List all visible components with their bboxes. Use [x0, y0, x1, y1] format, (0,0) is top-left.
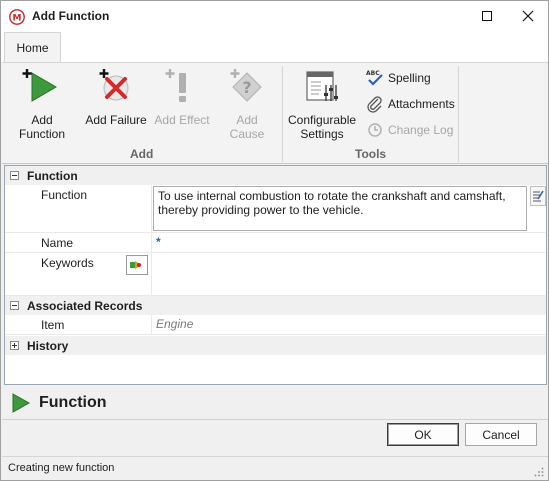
spelling-check-icon: ABC [366, 70, 383, 86]
description-panel-title: Function [39, 394, 107, 411]
property-grid: Function Function To use internal combus… [4, 165, 547, 385]
add-function-label: Add Function [18, 113, 66, 141]
property-row-item: Item Engine [5, 315, 546, 335]
close-icon [522, 10, 534, 22]
window-title: Add Function [32, 9, 110, 23]
item-field-label: Item [41, 318, 65, 332]
section-associated-records-title: Associated Records [27, 298, 143, 313]
description-panel: Function [4, 387, 547, 419]
function-description-field[interactable]: To use internal combustion to rotate the… [153, 186, 527, 231]
resize-grip-icon[interactable] [534, 467, 544, 477]
spelling-label: Spelling [388, 71, 431, 85]
change-log-icon [368, 123, 382, 137]
expand-icon[interactable] [10, 341, 19, 350]
add-cause-button[interactable]: ? Add Cause [219, 67, 275, 141]
add-failure-icon [99, 69, 129, 101]
function-play-icon [12, 393, 31, 413]
maximize-button[interactable] [472, 1, 502, 31]
configurable-settings-button[interactable]: Configurable Settings [288, 67, 356, 141]
status-bar: Creating new function [2, 456, 548, 480]
attachments-button[interactable]: Attachments [366, 94, 455, 114]
ribbon-group-divider-end [458, 66, 459, 162]
property-row-keywords: Keywords [5, 253, 546, 296]
keywords-tag-icon [130, 261, 142, 269]
svg-text:?: ? [242, 78, 251, 97]
text-editor-icon [533, 190, 544, 202]
tab-home[interactable]: Home [4, 32, 61, 63]
change-log-label: Change Log [388, 123, 454, 137]
section-history-title: History [27, 338, 69, 353]
ribbon [2, 62, 548, 164]
attachments-label: Attachments [388, 97, 455, 111]
add-function-icon [22, 69, 57, 102]
add-failure-label: Add Failure [85, 113, 147, 127]
add-function-dialog: M Add Function Home Add Function Add Fai… [0, 0, 549, 481]
add-failure-button[interactable]: Add Failure [85, 67, 147, 127]
add-group-label: Add [130, 147, 154, 161]
footer-divider [2, 419, 548, 420]
keywords-value-cell[interactable] [151, 253, 546, 295]
name-field[interactable]: * [156, 235, 161, 249]
cancel-button[interactable]: Cancel [465, 423, 537, 446]
memo-editor-button[interactable] [530, 186, 546, 206]
collapse-icon[interactable] [10, 171, 19, 180]
name-value-cell[interactable]: * [151, 233, 546, 252]
spelling-button[interactable]: ABC Spelling [366, 68, 431, 88]
tools-group-label: Tools [355, 147, 387, 161]
keywords-field-label: Keywords [41, 256, 94, 270]
status-text: Creating new function [8, 462, 115, 474]
ribbon-tab-strip [1, 32, 548, 63]
paperclip-icon [367, 96, 382, 113]
configurable-label-line2: Settings [300, 127, 344, 141]
add-effect-button[interactable]: Add Effect [154, 67, 210, 127]
maximize-icon [481, 10, 492, 21]
add-function-button[interactable]: Add Function [9, 67, 75, 141]
close-button[interactable] [513, 1, 543, 31]
item-field-value: Engine [156, 317, 194, 331]
svg-text:ABC: ABC [366, 70, 380, 77]
add-effect-icon [165, 69, 186, 102]
name-field-label: Name [41, 236, 74, 250]
add-cause-icon: ? [230, 69, 262, 102]
add-cause-label: Add Cause [229, 113, 265, 141]
section-history[interactable]: History [5, 336, 546, 355]
section-function[interactable]: Function [5, 166, 546, 185]
title-bar: M Add Function [1, 1, 548, 32]
change-log-button[interactable]: Change Log [366, 120, 453, 140]
ribbon-group-divider [282, 66, 283, 162]
configurable-label-line1: Configurable [288, 113, 357, 127]
ok-button[interactable]: OK [387, 423, 459, 446]
property-row-name: Name * [5, 233, 546, 253]
add-effect-label: Add Effect [154, 113, 210, 127]
item-value-cell: Engine [151, 315, 546, 334]
collapse-icon[interactable] [10, 301, 19, 310]
app-logo-icon: M [9, 9, 25, 25]
keywords-button[interactable] [126, 255, 148, 275]
function-field-label: Function [41, 188, 88, 202]
section-associated-records[interactable]: Associated Records [5, 296, 546, 315]
section-function-title: Function [27, 168, 78, 183]
configurable-settings-icon [306, 71, 338, 101]
svg-text:M: M [13, 14, 22, 24]
